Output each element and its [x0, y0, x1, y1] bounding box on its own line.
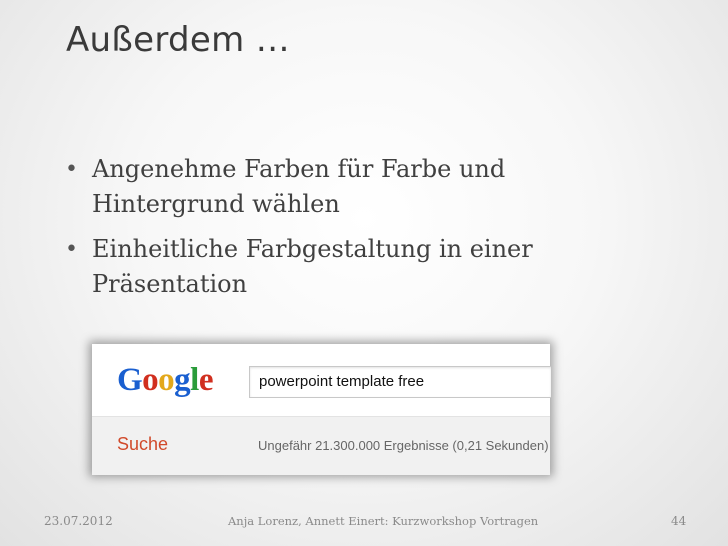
search-input[interactable]: powerpoint template free: [249, 366, 551, 398]
logo-letter: o: [142, 362, 159, 398]
search-query: powerpoint template free: [259, 373, 425, 390]
bullet-item: • Angenehme Farben für Farbe und Hinterg…: [62, 152, 622, 222]
footer-authors: Anja Lorenz, Annett Einert: Kurzworkshop…: [228, 514, 539, 528]
bullet-item: • Einheitliche Farbgestaltung in einer P…: [62, 232, 622, 302]
logo-letter: l: [190, 362, 199, 398]
logo-letter: g: [174, 362, 191, 398]
screenshot-header: Google powerpoint template free: [92, 344, 551, 416]
search-section-label: Suche: [117, 434, 169, 454]
bullet-text: Angenehme Farben für Farbe und Hintergru…: [92, 155, 506, 218]
bullet-list: • Angenehme Farben für Farbe und Hinterg…: [62, 152, 622, 312]
bullet-dot: •: [65, 237, 78, 262]
result-stats: Ungefähr 21.300.000 Ergebnisse (0,21 Sek…: [258, 438, 549, 453]
bullet-text: Einheitliche Farbgestaltung in einer Prä…: [92, 235, 533, 298]
footer-date: 23.07.2012: [44, 514, 113, 528]
results-bar: Suche Ungefähr 21.300.000 Ergebnisse (0,…: [92, 416, 550, 475]
page-number: 44: [671, 514, 687, 528]
logo-letter: G: [117, 362, 143, 398]
bullet-dot: •: [65, 157, 78, 182]
slide-title: Außerdem …: [66, 20, 290, 60]
google-logo: Google: [117, 362, 214, 399]
logo-letter: e: [198, 362, 214, 398]
google-screenshot: Google powerpoint template free Suche Un…: [92, 344, 551, 475]
logo-letter: o: [158, 362, 175, 398]
